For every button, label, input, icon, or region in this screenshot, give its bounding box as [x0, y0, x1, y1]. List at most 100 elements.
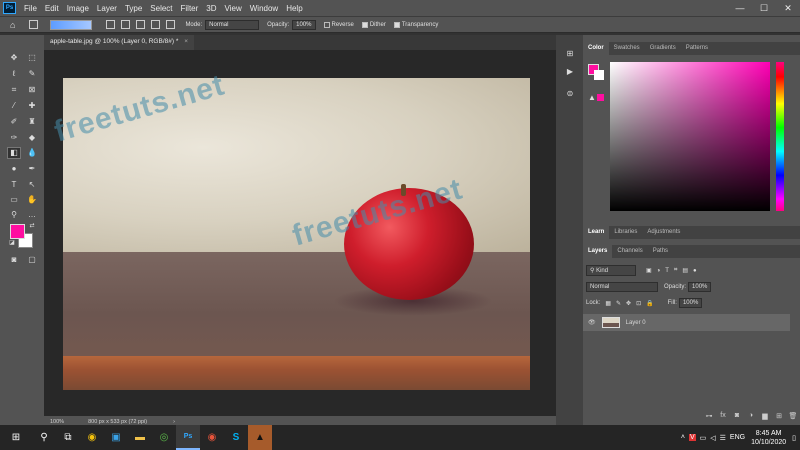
- tool-preset-icon[interactable]: [29, 20, 39, 29]
- frame-tool-icon[interactable]: ⊠: [26, 85, 38, 95]
- home-icon[interactable]: ⌂: [10, 20, 15, 30]
- maximize-button[interactable]: ☐: [752, 0, 776, 16]
- menu-select[interactable]: Select: [146, 4, 176, 13]
- color-picker-field[interactable]: [610, 62, 770, 211]
- language-indicator[interactable]: ENG: [730, 434, 745, 441]
- search-icon[interactable]: ⚲: [32, 425, 56, 450]
- reflected-gradient-icon[interactable]: [151, 20, 161, 29]
- visibility-eye-icon[interactable]: 👁: [588, 319, 596, 326]
- task-view-icon[interactable]: ⧉: [56, 425, 80, 450]
- minimize-button[interactable]: —: [728, 0, 752, 16]
- tab-swatches[interactable]: Swatches: [609, 42, 645, 55]
- menu-view[interactable]: View: [221, 4, 246, 13]
- reverse-checkbox[interactable]: [323, 21, 330, 28]
- tab-learn[interactable]: Learn: [583, 226, 610, 239]
- transparency-checkbox[interactable]: [393, 21, 400, 28]
- quick-mask-icon[interactable]: ◙: [8, 255, 20, 265]
- chrome-taskbar-icon[interactable]: ◉: [200, 425, 224, 450]
- notifications-icon[interactable]: ▯: [792, 434, 796, 442]
- tab-adjustments[interactable]: Adjustments: [642, 226, 685, 239]
- close-window-button[interactable]: ✕: [776, 0, 800, 16]
- zoom-tool-icon[interactable]: ⚲: [8, 210, 20, 220]
- screen-mode-icon[interactable]: ▢: [26, 255, 38, 265]
- document-tab[interactable]: apple-table.jpg @ 100% (Layer 0, RGB/8#)…: [44, 35, 194, 50]
- mode-select[interactable]: Normal: [205, 19, 260, 30]
- filter-toggle-icon[interactable]: ●: [693, 268, 697, 274]
- actions-panel-icon[interactable]: ▶: [564, 67, 576, 77]
- menu-layer[interactable]: Layer: [93, 4, 121, 13]
- antivirus-icon[interactable]: V: [688, 434, 696, 441]
- app-icon[interactable]: ◎: [152, 425, 176, 450]
- fill-input[interactable]: 100%: [678, 298, 703, 308]
- pixel-filter-icon[interactable]: ▣: [646, 267, 652, 274]
- delete-layer-icon[interactable]: 🗑: [786, 412, 800, 425]
- new-layer-icon[interactable]: ⊞: [772, 412, 786, 425]
- quick-select-tool-icon[interactable]: ✎: [26, 69, 38, 79]
- layer-filter-select[interactable]: ⚲ Kind: [586, 265, 636, 276]
- adjustment-layer-icon[interactable]: ◑: [744, 412, 758, 425]
- move-tool-icon[interactable]: ✥: [8, 53, 20, 63]
- blend-mode-select[interactable]: Normal: [586, 282, 658, 292]
- properties-panel-icon[interactable]: ⊜: [564, 89, 576, 99]
- lock-pixels-icon[interactable]: ✎: [616, 300, 621, 307]
- tab-color[interactable]: Color: [583, 42, 609, 55]
- layer-opacity-input[interactable]: 100%: [688, 282, 712, 292]
- lasso-tool-icon[interactable]: ℓ: [8, 69, 20, 79]
- path-select-tool-icon[interactable]: ↖: [26, 180, 38, 190]
- clock[interactable]: 8:45 AM 10/10/2020: [751, 429, 786, 447]
- wifi-icon[interactable]: ☰: [720, 434, 726, 442]
- smart-object-filter-icon[interactable]: ▤: [682, 267, 688, 274]
- status-arrow-icon[interactable]: ›: [173, 419, 175, 425]
- hue-slider[interactable]: [776, 62, 784, 211]
- menu-help[interactable]: Help: [282, 4, 306, 13]
- eyedropper-tool-icon[interactable]: ⁄: [8, 101, 20, 111]
- tab-channels[interactable]: Channels: [612, 245, 647, 258]
- gradient-tool-icon[interactable]: ◧: [7, 147, 21, 159]
- tab-layers[interactable]: Layers: [583, 245, 613, 258]
- skype-icon[interactable]: S: [224, 425, 248, 450]
- rectangle-tool-icon[interactable]: ▭: [8, 195, 20, 205]
- gamut-color-swatch[interactable]: [597, 94, 604, 101]
- diamond-gradient-icon[interactable]: [166, 20, 176, 29]
- pen-tool-icon[interactable]: ✒: [26, 164, 38, 174]
- lock-all-icon[interactable]: 🔒: [646, 300, 653, 307]
- lock-artboard-icon[interactable]: ⊡: [636, 300, 641, 307]
- more-tools-icon[interactable]: …: [26, 210, 38, 220]
- marquee-tool-icon[interactable]: ⬚: [26, 53, 38, 63]
- adjustment-filter-icon[interactable]: ◑: [657, 268, 661, 274]
- healing-tool-icon[interactable]: ✚: [26, 101, 38, 111]
- history-panel-icon[interactable]: ⊞: [564, 49, 576, 59]
- tab-paths[interactable]: Paths: [648, 245, 673, 258]
- tab-libraries[interactable]: Libraries: [609, 226, 642, 239]
- gradient-preview[interactable]: [50, 19, 93, 30]
- file-explorer-icon[interactable]: ▬: [128, 425, 152, 450]
- dodge-tool-icon[interactable]: ●: [8, 164, 20, 174]
- blur-tool-icon[interactable]: 💧: [26, 148, 38, 158]
- default-colors-icon[interactable]: ◪: [6, 238, 18, 248]
- history-brush-icon[interactable]: ✑: [8, 133, 20, 143]
- chrome-icon[interactable]: ◉: [80, 425, 104, 450]
- brush-tool-icon[interactable]: ✐: [8, 117, 20, 127]
- volume-icon[interactable]: ◁: [710, 434, 715, 442]
- type-filter-icon[interactable]: T: [665, 268, 669, 274]
- stamp-tool-icon[interactable]: ♜: [26, 117, 38, 127]
- dither-checkbox[interactable]: [361, 21, 368, 28]
- menu-filter[interactable]: Filter: [177, 4, 203, 13]
- new-group-icon[interactable]: ▆: [758, 412, 772, 425]
- lock-transparent-icon[interactable]: ▦: [605, 300, 611, 307]
- tab-gradients[interactable]: Gradients: [645, 42, 681, 55]
- link-layers-icon[interactable]: ⊶: [702, 412, 716, 425]
- network-icon[interactable]: ▭: [700, 434, 707, 442]
- menu-window[interactable]: Window: [246, 4, 282, 13]
- layer-row[interactable]: 👁 Layer 0: [583, 314, 790, 331]
- linear-gradient-icon[interactable]: [106, 20, 116, 29]
- opacity-input[interactable]: 100%: [292, 19, 316, 30]
- radial-gradient-icon[interactable]: [121, 20, 131, 29]
- menu-3d[interactable]: 3D: [202, 4, 220, 13]
- close-tab-icon[interactable]: ×: [184, 38, 188, 45]
- foreground-color-swatch[interactable]: [10, 224, 25, 239]
- menu-edit[interactable]: Edit: [41, 4, 63, 13]
- menu-file[interactable]: File: [20, 4, 41, 13]
- windows-start-icon[interactable]: ⊞: [0, 425, 32, 450]
- menu-image[interactable]: Image: [63, 4, 93, 13]
